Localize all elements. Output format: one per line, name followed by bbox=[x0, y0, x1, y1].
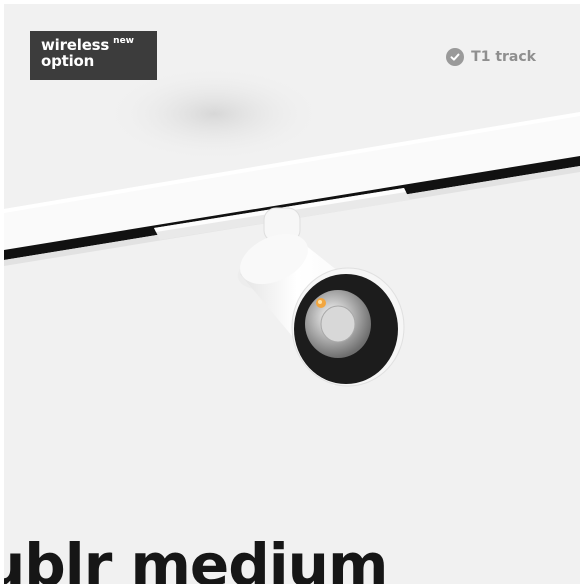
track-type-tag: T1 track bbox=[446, 48, 536, 66]
track-spotlight-image bbox=[4, 66, 580, 387]
badge-text: wireless bbox=[41, 36, 110, 54]
ceiling-shadow bbox=[104, 66, 324, 162]
product-title[interactable]: ublr medium bbox=[4, 530, 388, 584]
product-card[interactable]: wireless new option T1 track ublr medium bbox=[4, 4, 580, 584]
wireless-option-badge: wireless new option bbox=[30, 31, 157, 80]
badge-text-line2: option bbox=[41, 52, 95, 70]
check-circle-icon bbox=[446, 48, 465, 66]
badge-new-label: new bbox=[113, 36, 134, 46]
track-type-label: T1 track bbox=[471, 49, 536, 65]
